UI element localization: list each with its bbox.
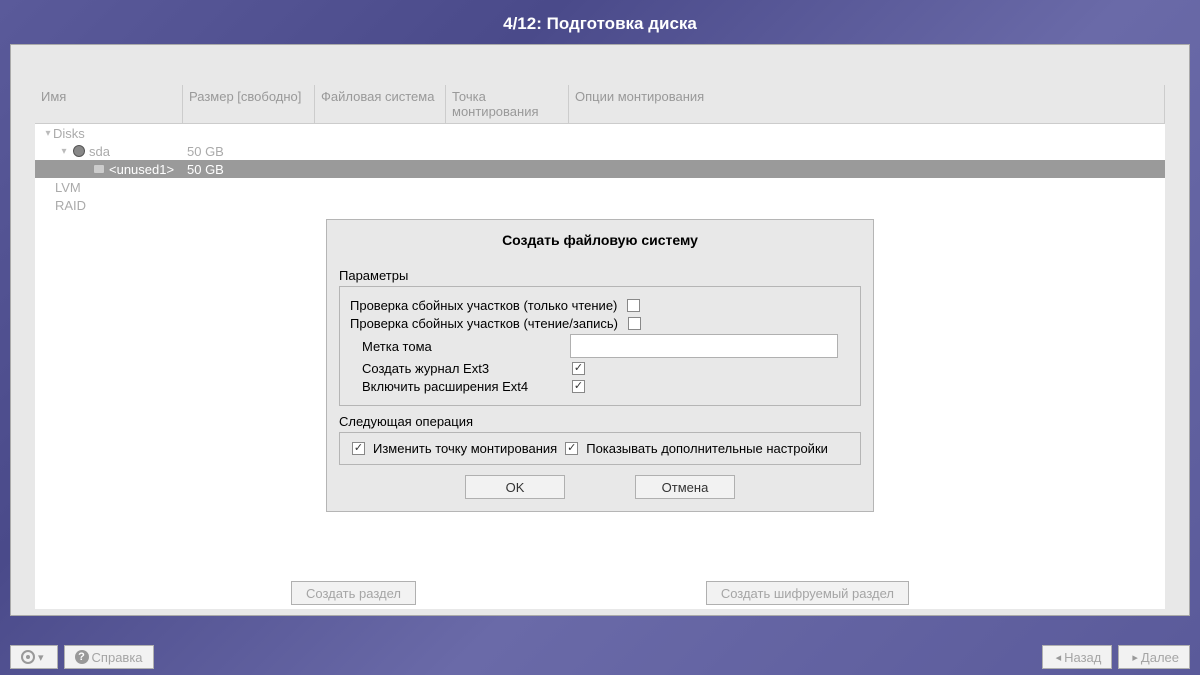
volume-label-input[interactable] (570, 334, 838, 358)
main-panel: Имя Размер [свободно] Файловая система Т… (10, 44, 1190, 616)
tree-row-raid[interactable]: RAID (35, 196, 1165, 214)
parameters-fieldset: Проверка сбойных участков (только чтение… (339, 286, 861, 406)
help-button[interactable]: ?Справка (64, 645, 154, 669)
next-button[interactable]: ▸Далее (1118, 645, 1190, 669)
tree-row-lvm[interactable]: LVM (35, 178, 1165, 196)
ext3-journal-checkbox[interactable] (572, 362, 585, 375)
ok-button[interactable]: OK (465, 475, 565, 499)
tree-size: 50 GB (183, 162, 315, 177)
cancel-button[interactable]: Отмена (635, 475, 735, 499)
footer: ▾ ?Справка ◂Назад ▸Далее (0, 645, 1200, 669)
expand-icon[interactable]: ▾ (59, 146, 69, 157)
tree-size: 50 GB (183, 144, 315, 159)
disk-tree-panel: Имя Размер [свободно] Файловая система Т… (35, 85, 1165, 609)
chevron-down-icon: ▾ (38, 651, 44, 664)
volume-label-text: Метка тома (362, 339, 562, 354)
gear-icon (21, 650, 35, 664)
parameters-label: Параметры (339, 268, 861, 283)
disk-icon (73, 145, 85, 157)
column-mountpoint[interactable]: Точка монтирования (446, 85, 569, 123)
check-bad-ro-label: Проверка сбойных участков (только чтение… (350, 298, 617, 313)
ext4-ext-label: Включить расширения Ext4 (362, 379, 562, 394)
show-advanced-label: Показывать дополнительные настройки (586, 441, 828, 456)
page-title: 4/12: Подготовка диска (0, 0, 1200, 44)
column-size[interactable]: Размер [свободно] (183, 85, 315, 123)
tree-row-unused[interactable]: <unused1> 50 GB (35, 160, 1165, 178)
chevron-right-icon: ▸ (1132, 651, 1138, 664)
check-bad-rw-label: Проверка сбойных участков (чтение/запись… (350, 316, 618, 331)
tree-label: RAID (55, 198, 86, 213)
tree-empty-area: Создать файловую систему Параметры Прове… (35, 214, 1165, 609)
tree-label: sda (89, 144, 110, 159)
show-advanced-checkbox[interactable] (565, 442, 578, 455)
column-name[interactable]: Имя (35, 85, 183, 123)
partition-buttons-row: Создать раздел Создать шифруемый раздел (11, 581, 1189, 605)
next-operation-fieldset: Изменить точку монтирования Показывать д… (339, 432, 861, 465)
tree-row-sda[interactable]: ▾ sda 50 GB (35, 142, 1165, 160)
create-encrypted-partition-button[interactable]: Создать шифруемый раздел (706, 581, 909, 605)
tree-header: Имя Размер [свободно] Файловая система Т… (35, 85, 1165, 124)
change-mount-label: Изменить точку монтирования (373, 441, 557, 456)
ext3-journal-label: Создать журнал Ext3 (362, 361, 562, 376)
tree-body: ▾Disks ▾sda 50 GB <unused1> 50 GB LVM RA… (35, 124, 1165, 214)
tree-label: LVM (55, 180, 81, 195)
settings-button[interactable]: ▾ (10, 645, 58, 669)
dialog-title: Создать файловую систему (339, 232, 861, 248)
back-button[interactable]: ◂Назад (1042, 645, 1113, 669)
expand-icon[interactable]: ▾ (43, 128, 53, 139)
column-mount-options[interactable]: Опции монтирования (569, 85, 1165, 123)
create-filesystem-dialog: Создать файловую систему Параметры Прове… (326, 219, 874, 512)
tree-label: Disks (53, 126, 85, 141)
change-mount-checkbox[interactable] (352, 442, 365, 455)
tree-label: <unused1> (109, 162, 174, 177)
create-partition-button[interactable]: Создать раздел (291, 581, 416, 605)
next-operation-label: Следующая операция (339, 414, 861, 429)
tree-row-disks[interactable]: ▾Disks (35, 124, 1165, 142)
column-filesystem[interactable]: Файловая система (315, 85, 446, 123)
ext4-ext-checkbox[interactable] (572, 380, 585, 393)
help-icon: ? (75, 650, 89, 664)
partition-icon (93, 164, 105, 174)
check-bad-rw-checkbox[interactable] (628, 317, 641, 330)
chevron-left-icon: ◂ (1056, 651, 1062, 664)
check-bad-ro-checkbox[interactable] (627, 299, 640, 312)
